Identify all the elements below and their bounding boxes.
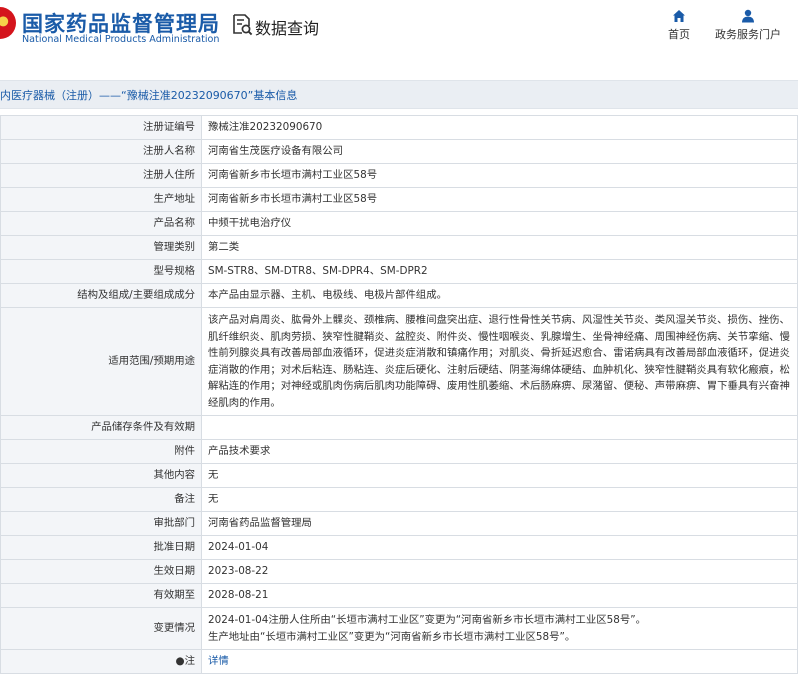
field-value: 河南省新乡市长垣市满村工业区58号 [201, 163, 798, 188]
table-row: 审批部门 河南省药品监督管理局 [0, 511, 798, 536]
table-row: 结构及组成/主要组成成分 本产品由显示器、主机、电极线、电极片部件组成。 [0, 283, 798, 308]
field-label: 注册人名称 [0, 139, 202, 164]
field-label: 管理类别 [0, 235, 202, 260]
national-emblem-icon [0, 7, 16, 39]
field-label: 变更情况 [0, 607, 202, 650]
table-row: 备注 无 [0, 487, 798, 512]
field-value: 第二类 [201, 235, 798, 260]
field-value: 产品技术要求 [201, 439, 798, 464]
home-icon [673, 10, 685, 22]
field-value: 河南省药品监督管理局 [201, 511, 798, 536]
nav-home-label: 首页 [668, 28, 690, 41]
field-value: 河南省新乡市长垣市满村工业区58号 [201, 187, 798, 212]
table-row: 生效日期 2023-08-22 [0, 559, 798, 584]
field-label: ●注 [0, 649, 202, 674]
record-title: 内医疗器械（注册）——“豫械注准20232090670”基本信息 [0, 89, 298, 102]
site-name-en[interactable]: National Medical Products Administration [22, 34, 220, 45]
details-link[interactable]: 详情 [208, 655, 229, 667]
field-value: 河南省生茂医疗设备有限公司 [201, 139, 798, 164]
field-label: 审批部门 [0, 511, 202, 536]
change-line: 生产地址由“长垣市满村工业区”变更为“河南省新乡市长垣市满村工业区58号”。 [208, 630, 576, 643]
field-value: 详情 [201, 649, 798, 674]
table-row: 批准日期 2024-01-04 [0, 535, 798, 560]
field-value: 无 [201, 463, 798, 488]
table-row: 注册人住所 河南省新乡市长垣市满村工业区58号 [0, 163, 798, 188]
field-label: 结构及组成/主要组成成分 [0, 283, 202, 308]
table-row: 产品储存条件及有效期 [0, 415, 798, 440]
field-label: 型号规格 [0, 259, 202, 284]
field-label: 有效期至 [0, 583, 202, 608]
record-title-bar: 内医疗器械（注册）——“豫械注准20232090670”基本信息 [0, 80, 798, 109]
field-value: 该产品对肩周炎、肱骨外上髁炎、颈椎病、腰椎间盘突出症、退行性骨性关节病、风湿性关… [201, 307, 798, 416]
field-value: 2024-01-04注册人住所由“长垣市满村工业区”变更为“河南省新乡市长垣市满… [201, 607, 798, 650]
field-label: 批准日期 [0, 535, 202, 560]
field-label: 注册人住所 [0, 163, 202, 188]
field-label: 产品名称 [0, 211, 202, 236]
table-row: 型号规格 SM-STR8、SM-DTR8、SM-DPR4、SM-DPR2 [0, 259, 798, 284]
table-row: 适用范围/预期用途 该产品对肩周炎、肱骨外上髁炎、颈椎病、腰椎间盘突出症、退行性… [0, 307, 798, 416]
field-value: SM-STR8、SM-DTR8、SM-DPR4、SM-DPR2 [201, 259, 798, 284]
field-value: 无 [201, 487, 798, 512]
field-label: 产品储存条件及有效期 [0, 415, 202, 440]
field-label: 其他内容 [0, 463, 202, 488]
field-label: 生效日期 [0, 559, 202, 584]
site-header: 国家药品监督管理局 National Medical Products Admi… [0, 0, 798, 62]
table-row: 注册人名称 河南省生茂医疗设备有限公司 [0, 139, 798, 164]
table-row: 其他内容 无 [0, 463, 798, 488]
table-row: 附件 产品技术要求 [0, 439, 798, 464]
field-value: 2023-08-22 [201, 559, 798, 584]
table-row: 产品名称 中频干扰电治疗仪 [0, 211, 798, 236]
field-value [201, 415, 798, 440]
field-value: 本产品由显示器、主机、电极线、电极片部件组成。 [201, 283, 798, 308]
field-value: 豫械注准20232090670 [201, 115, 798, 140]
field-value: 2028-08-21 [201, 583, 798, 608]
nav-portal-label: 政务服务门户 [715, 28, 781, 41]
change-line: 2024-01-04注册人住所由“长垣市满村工业区”变更为“河南省新乡市长垣市满… [208, 614, 647, 626]
table-row: 有效期至 2028-08-21 [0, 583, 798, 608]
field-label: 适用范围/预期用途 [0, 307, 202, 416]
field-value: 2024-01-04 [201, 535, 798, 560]
table-row: 生产地址 河南省新乡市长垣市满村工业区58号 [0, 187, 798, 212]
field-label: 附件 [0, 439, 202, 464]
table-row: ●注 详情 [0, 649, 798, 674]
table-row: 变更情况 2024-01-04注册人住所由“长垣市满村工业区”变更为“河南省新乡… [0, 607, 798, 650]
document-search-icon [233, 14, 253, 36]
field-label: 生产地址 [0, 187, 202, 212]
field-label: 备注 [0, 487, 202, 512]
table-row: 注册证编号 豫械注准20232090670 [0, 115, 798, 140]
user-icon [742, 9, 754, 23]
data-query-label: 数据查询 [255, 19, 320, 38]
registration-detail-table: 注册证编号 豫械注准20232090670 注册人名称 河南省生茂医疗设备有限公… [0, 115, 798, 674]
field-value: 中频干扰电治疗仪 [201, 211, 798, 236]
note-label: ●注 [175, 655, 195, 668]
nav-home[interactable]: 首页 [661, 9, 697, 42]
field-label: 注册证编号 [0, 115, 202, 140]
nav-gov-service-portal[interactable]: 政务服务门户 [713, 9, 783, 42]
table-row: 管理类别 第二类 [0, 235, 798, 260]
